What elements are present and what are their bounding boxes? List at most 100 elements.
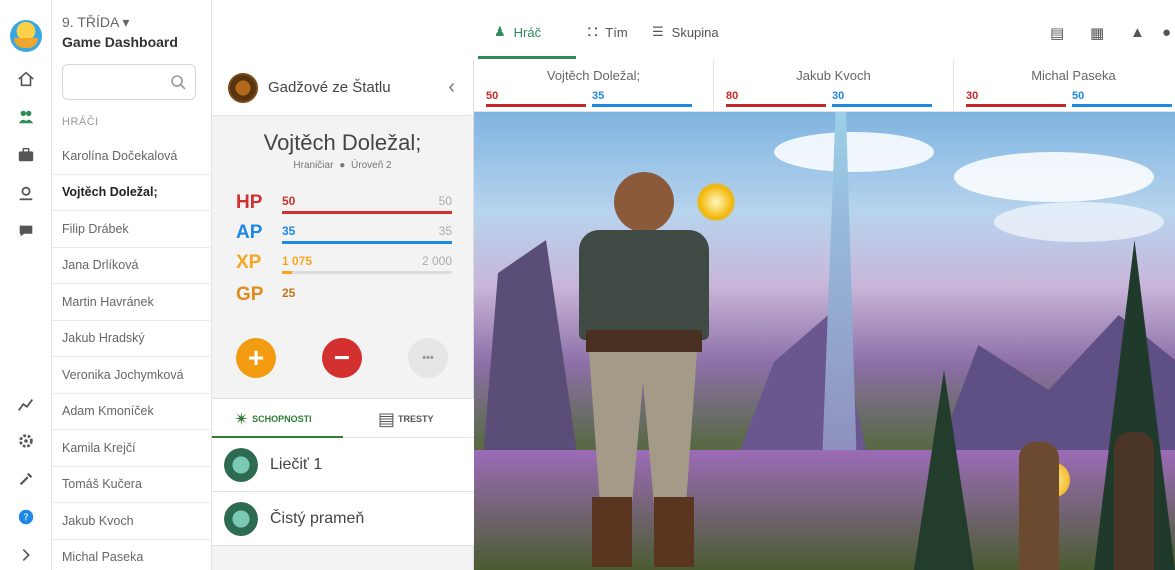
- hp-fill: [282, 211, 452, 214]
- hero-belt-shape: [586, 330, 702, 352]
- skill-tabs: ✴ SCHOPNOSTI ▤ TRESTY: [212, 398, 474, 444]
- party-member-name: Jakub Kvoch: [796, 68, 871, 83]
- list-item[interactable]: Michal Paseka: [52, 540, 212, 570]
- party-member[interactable]: Michal Paseka 30 50: [954, 60, 1175, 112]
- cloud-shape: [994, 202, 1164, 242]
- tab-label: TRESTY: [398, 414, 434, 424]
- bell-icon[interactable]: ▲: [1130, 24, 1145, 41]
- party-member[interactable]: Jakub Kvoch 80 30: [714, 60, 954, 112]
- ally-figure-shape: [1114, 432, 1154, 570]
- tab-hrac[interactable]: ♟ Hráč: [494, 24, 541, 40]
- hp-bar: [726, 104, 826, 107]
- character-panel: Gadžové ze Štatlu ‹ Vojtěch Doležal; Hra…: [212, 60, 474, 570]
- heal-skill-icon: [224, 447, 258, 482]
- tab-label: Skupina: [671, 24, 719, 40]
- ap-max: 35: [438, 224, 452, 238]
- app-logo-icon[interactable]: [10, 20, 42, 52]
- list-item[interactable]: Veronika Jochymková: [52, 357, 212, 394]
- character-name: Vojtěch Doležal;: [263, 130, 422, 155]
- hp-label: HP: [236, 192, 263, 213]
- more-actions-button[interactable]: •••: [408, 338, 448, 378]
- list-item[interactable]: Martin Havránek: [52, 284, 212, 321]
- spring-skill-icon: [224, 501, 258, 536]
- character-class: Hraničiar: [293, 160, 334, 171]
- top-navigation: ♟ Hráč ⛚ Tím ☰ Skupina ▤ ▦ ▲ ●: [212, 0, 1175, 60]
- valley-ground-shape: [474, 450, 1175, 570]
- hp-track: [282, 211, 452, 214]
- stats-icon[interactable]: [0, 390, 52, 420]
- list-item[interactable]: Jakub Hradský: [52, 321, 212, 357]
- list-item[interactable]: Filip Drábek: [52, 211, 212, 248]
- players-icon: ♟: [494, 24, 506, 39]
- briefcase-icon[interactable]: [0, 140, 52, 170]
- tab-tresty[interactable]: ▤ TRESTY: [378, 399, 434, 439]
- list-item[interactable]: Karolína Dočekalová: [52, 138, 212, 175]
- character-subtitle: Hraničiar ● Úroveň 2: [293, 160, 392, 171]
- character-level: Úroveň 2: [351, 160, 392, 171]
- party-member-hp: 50: [486, 90, 499, 102]
- xp-track: [282, 271, 452, 274]
- list-item[interactable]: Adam Kmoníček: [52, 394, 212, 430]
- list-item-active[interactable]: Vojtěch Doležal;: [52, 175, 212, 211]
- xp-value: 1 075: [282, 254, 313, 268]
- app-title: Game Dashboard: [62, 34, 178, 50]
- book-icon[interactable]: ▤: [1050, 24, 1064, 42]
- search-box[interactable]: [62, 64, 196, 100]
- hero-torso-shape: [579, 230, 709, 340]
- party-strip: Vojtěch Doležal; 50 35 Jakub Kvoch 80 30…: [474, 60, 1175, 112]
- ap-bar: [1072, 104, 1172, 107]
- list-item[interactable]: Tomáš Kučera: [52, 467, 212, 503]
- tools-icon[interactable]: [0, 464, 52, 494]
- gear-icon[interactable]: [0, 426, 52, 456]
- tab-label: Hráč: [513, 24, 542, 40]
- ap-bar: [832, 104, 932, 107]
- skill-name: Liečiť 1: [270, 455, 323, 473]
- skill-row[interactable]: Čistý prameň: [212, 492, 474, 546]
- search-input[interactable]: [71, 65, 171, 97]
- list-item[interactable]: Kamila Krejčí: [52, 430, 212, 467]
- cloud-shape: [774, 132, 934, 172]
- cloud-shape: [954, 152, 1154, 202]
- chat-icon[interactable]: [0, 216, 52, 246]
- search-icon[interactable]: [170, 74, 186, 90]
- collapse-chevron-icon[interactable]: ‹: [448, 76, 455, 99]
- home-icon[interactable]: [0, 64, 52, 94]
- hp-stat: HP 50 50: [236, 192, 452, 214]
- gp-value: 25: [282, 286, 296, 300]
- hp-bar: [486, 104, 586, 107]
- tab-label: SCHOPNOSTI: [252, 414, 312, 424]
- skill-name: Čistý prameň: [270, 509, 365, 527]
- skill-row[interactable]: Liečiť 1: [212, 438, 474, 492]
- hero-boot-shape: [654, 497, 694, 567]
- party-member[interactable]: Vojtěch Doležal; 50 35: [474, 60, 714, 112]
- party-member-ap: 50: [1072, 90, 1085, 102]
- tab-tim[interactable]: ⛚ Tím: [588, 24, 628, 40]
- add-points-button[interactable]: +: [236, 338, 276, 378]
- ap-label: AP: [236, 222, 263, 243]
- class-selector[interactable]: 9. TŘÍDA ▾: [62, 14, 178, 31]
- xp-fill: [282, 271, 293, 274]
- hp-max: 50: [438, 194, 452, 208]
- ap-stat: AP 35 35: [236, 222, 452, 244]
- ap-track: [282, 241, 452, 244]
- icon-rail: ?: [0, 0, 52, 570]
- players-icon[interactable]: [0, 102, 52, 132]
- tab-schopnosti[interactable]: ✴ SCHOPNOSTI: [234, 399, 312, 439]
- ally-figure-shape: [1019, 442, 1059, 570]
- expand-icon[interactable]: [0, 540, 52, 570]
- svg-text:?: ?: [23, 513, 28, 524]
- location-icon[interactable]: [0, 178, 52, 208]
- list-item[interactable]: Jakub Kvoch: [52, 503, 212, 540]
- hero-head-shape: [614, 172, 674, 232]
- grid-icon[interactable]: ▦: [1090, 24, 1104, 42]
- remove-points-button[interactable]: −: [322, 338, 362, 378]
- user-icon[interactable]: ●: [1162, 24, 1171, 41]
- party-member-ap: 30: [832, 90, 845, 102]
- ap-fill: [282, 241, 452, 244]
- player-list: Karolína Dočekalová Vojtěch Doležal; Fil…: [52, 138, 212, 570]
- list-item[interactable]: Jana Drlíková: [52, 248, 212, 284]
- xp-label: XP: [236, 252, 262, 273]
- help-icon[interactable]: ?: [0, 502, 52, 532]
- party-member-name: Vojtěch Doležal;: [546, 68, 641, 83]
- tab-skupina[interactable]: ☰ Skupina: [652, 24, 719, 40]
